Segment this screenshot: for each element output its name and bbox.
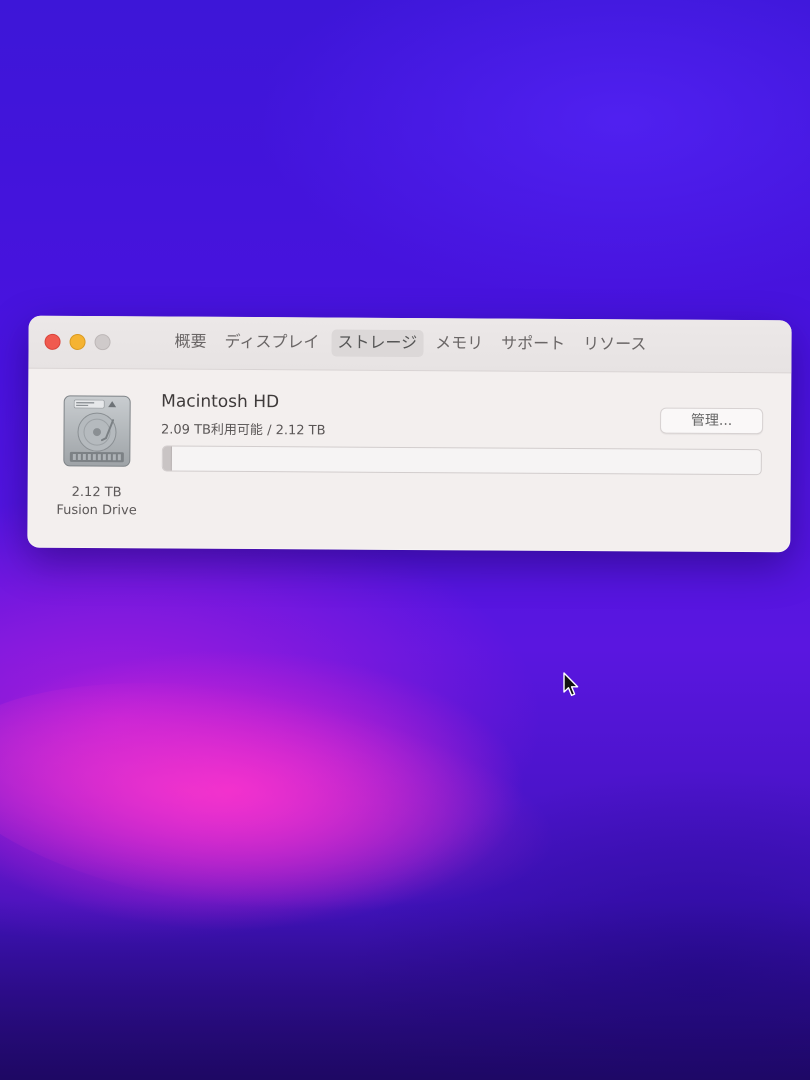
volume-usage-text: 2.09 TB利用可能 / 2.12 TB — [160, 422, 326, 439]
minimize-window-button[interactable] — [69, 333, 86, 351]
zoom-window-button[interactable] — [94, 334, 111, 351]
tab-resources[interactable]: リソース — [577, 331, 652, 358]
disk-size-label: 2.12 TB — [71, 484, 122, 501]
tab-support[interactable]: サポート — [495, 331, 571, 358]
close-window-button[interactable] — [44, 333, 61, 350]
hard-drive-icon — [63, 395, 131, 467]
about-this-mac-window: 概要 ディスプレイ ストレージ メモリ サポート リソース 2.12 TB Fu… — [27, 315, 792, 553]
wallpaper-shadow — [0, 900, 810, 1080]
mouse-pointer-icon — [563, 672, 579, 697]
storage-usage-fill — [162, 446, 173, 471]
tab-overview[interactable]: 概要 — [168, 329, 212, 356]
tab-storage[interactable]: ストレージ — [331, 329, 424, 358]
storage-pane: 2.12 TB Fusion Drive Macintosh HD 2.09 T… — [27, 369, 791, 553]
tab-bar: 概要 ディスプレイ ストレージ メモリ サポート リソース — [168, 329, 652, 359]
manage-button[interactable]: 管理... — [660, 407, 764, 435]
storage-usage-bar — [161, 445, 762, 476]
tab-displays[interactable]: ディスプレイ — [218, 329, 325, 357]
tab-memory[interactable]: メモリ — [429, 330, 489, 357]
volume-name: Macintosh HD — [161, 391, 280, 413]
disk-type-label: Fusion Drive — [56, 502, 137, 519]
window-titlebar: 概要 ディスプレイ ストレージ メモリ サポート リソース — [28, 315, 792, 374]
